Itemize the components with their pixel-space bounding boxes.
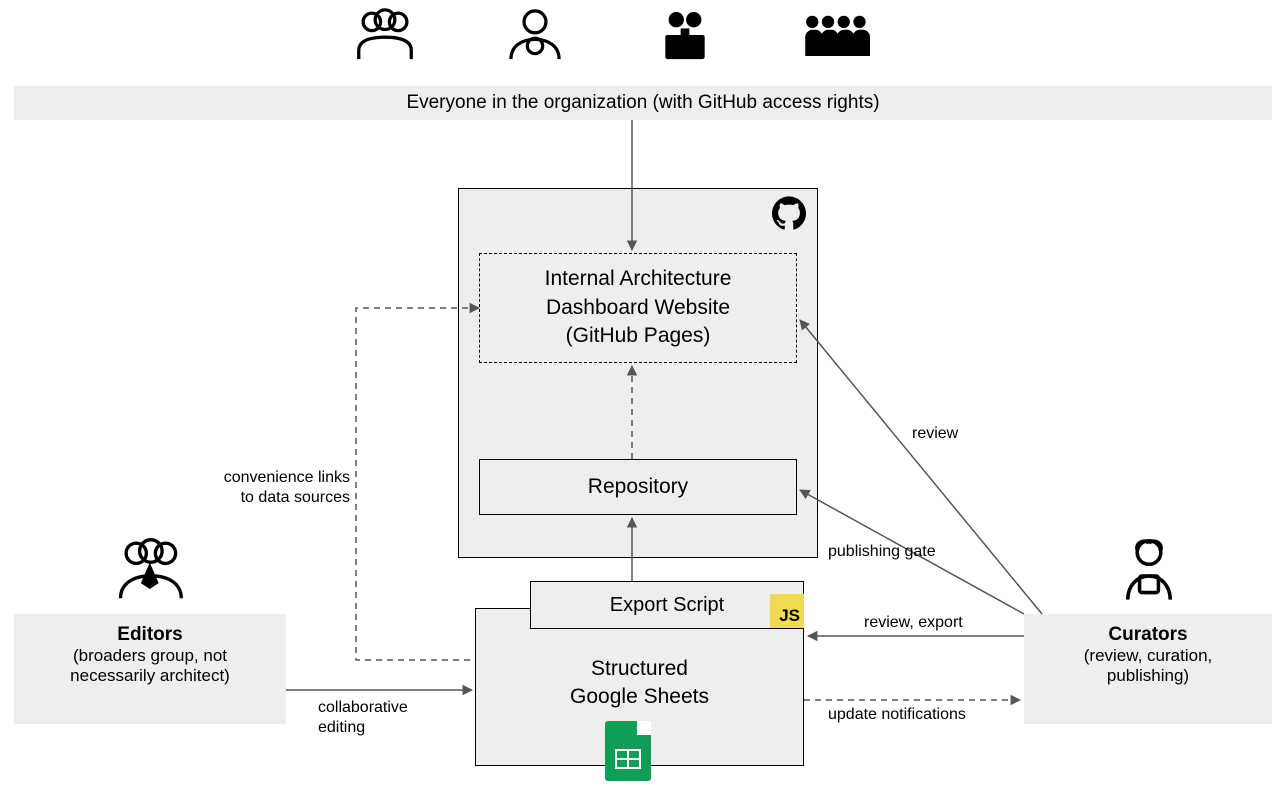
- curators-icon: [1116, 536, 1182, 602]
- publishing-gate-label: publishing gate: [828, 543, 936, 561]
- repository-label: Repository: [588, 473, 688, 501]
- org-access-text: Everyone in the organization (with GitHu…: [406, 92, 879, 113]
- suits-group-icon: [800, 8, 870, 62]
- editors-text: Editors (broaders group, not necessarily…: [14, 624, 286, 686]
- update-notifications-label: update notifications: [828, 706, 966, 724]
- editors-sub1: (broaders group, not: [14, 646, 286, 666]
- collab-editing-label: collaborative editing: [318, 698, 408, 738]
- sheets-label-line2: Google Sheets: [476, 683, 803, 711]
- org-access-bar: Everyone in the organization (with GitHu…: [14, 86, 1272, 120]
- sheets-label-line1: Structured: [476, 655, 803, 683]
- editors-icon: [116, 536, 188, 602]
- curators-sub2: publishing): [1024, 666, 1272, 686]
- github-icon: [772, 196, 806, 230]
- google-sheets-icon: [605, 721, 651, 781]
- export-script-box: Export Script: [530, 581, 804, 629]
- person-emblem-icon: [500, 8, 570, 62]
- review-export-label: review, export: [864, 614, 963, 632]
- dashboard-website-box: Internal Architecture Dashboard Website …: [479, 253, 797, 363]
- js-icon: JS: [770, 594, 804, 628]
- dashboard-label-line1: Internal Architecture: [545, 265, 732, 293]
- review-label: review: [912, 425, 958, 443]
- conv-links-label: convenience links to data sources: [220, 468, 350, 508]
- people-group-icon: [350, 8, 420, 62]
- dashboard-label-line2: Dashboard Website: [545, 294, 732, 322]
- editors-sub2: necessarily architect): [14, 666, 286, 686]
- diagram-canvas: Everyone in the organization (with GitHu…: [0, 0, 1285, 786]
- curators-title: Curators: [1024, 624, 1272, 646]
- export-script-label: Export Script: [610, 592, 724, 619]
- team-box-icon: [650, 8, 720, 62]
- editors-title: Editors: [14, 624, 286, 646]
- repository-box: Repository: [479, 459, 797, 515]
- people-icons-row: [350, 8, 870, 62]
- dashboard-label-line3: (GitHub Pages): [545, 322, 732, 350]
- curators-text: Curators (review, curation, publishing): [1024, 624, 1272, 686]
- curators-sub1: (review, curation,: [1024, 646, 1272, 666]
